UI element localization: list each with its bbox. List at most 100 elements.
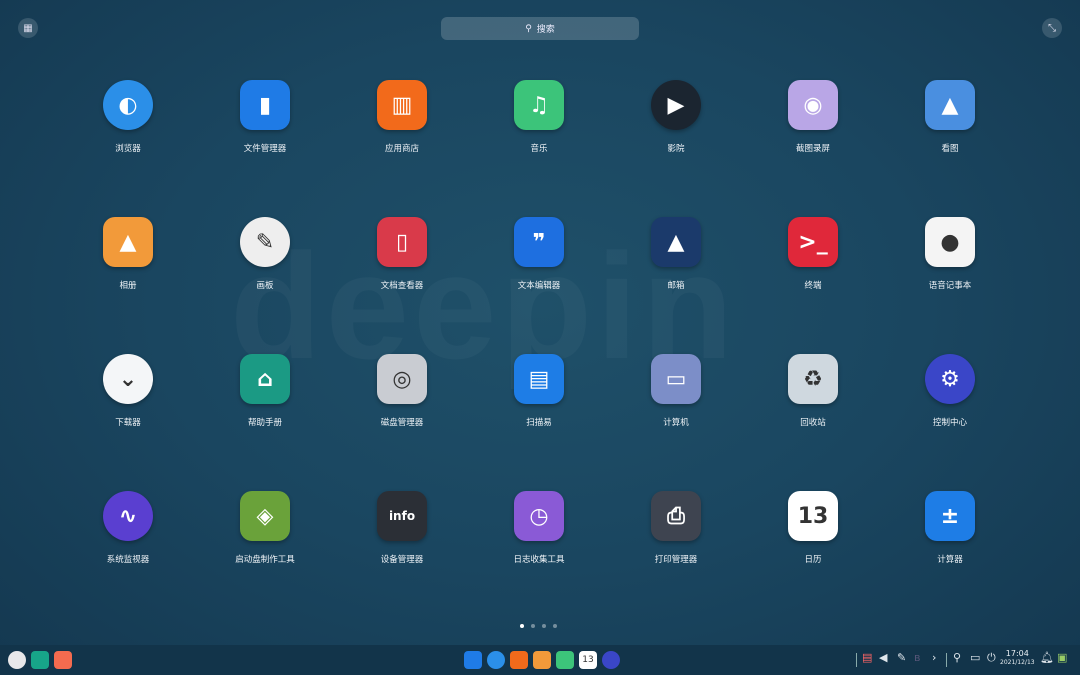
app-24[interactable]: info 设备管理器 — [342, 491, 462, 565]
app-8[interactable]: ▲ 相册 — [68, 217, 188, 291]
app-icon: ● — [925, 217, 975, 267]
multitask-view-button[interactable] — [31, 651, 49, 669]
app-label: 日历 — [804, 555, 822, 565]
app-10[interactable]: ▯ 文档查看器 — [342, 217, 462, 291]
page-dot[interactable] — [531, 624, 535, 628]
bell-icon[interactable]: 🔔︎ — [1040, 651, 1054, 664]
app-label: 下载器 — [115, 418, 141, 428]
app-icon: ± — [925, 491, 975, 541]
app-icon: ▮ — [240, 80, 290, 130]
app-icon: ▥ — [377, 80, 427, 130]
app-11[interactable]: ❞ 文本编辑器 — [479, 217, 599, 291]
app-icon: ◉ — [788, 80, 838, 130]
app-15[interactable]: ⌄ 下载器 — [68, 354, 188, 428]
app-icon: >_ — [788, 217, 838, 267]
app-icon: ⌄ — [103, 354, 153, 404]
app-icon: 13 — [788, 491, 838, 541]
dock-control-center[interactable] — [602, 651, 620, 669]
app-label: 语音记事本 — [928, 281, 972, 291]
app-label: 邮箱 — [667, 281, 685, 291]
app-icon: ▲ — [103, 217, 153, 267]
app-22[interactable]: ∿ 系统监视器 — [68, 491, 188, 565]
fullscreen-toggle-button[interactable]: ⤡ — [1042, 18, 1062, 38]
dock-music[interactable] — [556, 651, 574, 669]
app-label: 看图 — [941, 144, 959, 154]
app-18[interactable]: ▤ 扫描易 — [479, 354, 599, 428]
app-label: 终端 — [804, 281, 822, 291]
app-6[interactable]: ◉ 截图录屏 — [753, 80, 873, 154]
app-26[interactable]: ⎙ 打印管理器 — [616, 491, 736, 565]
volume-icon[interactable]: ◀ — [879, 651, 887, 664]
app-icon: ▶ — [651, 80, 701, 130]
power-icon[interactable]: ⏻ — [987, 651, 996, 665]
app-13[interactable]: >_ 终端 — [753, 217, 873, 291]
app-label: 文本编辑器 — [517, 281, 561, 291]
grid-icon: ▦ — [23, 22, 33, 34]
app-21[interactable]: ⚙ 控制中心 — [890, 354, 1010, 428]
app-20[interactable]: ♻ 回收站 — [753, 354, 873, 428]
app-label: 计算器 — [937, 555, 963, 565]
app-16[interactable]: ⌂ 帮助手册 — [205, 354, 325, 428]
dock-browser[interactable] — [487, 651, 505, 669]
launcher-button[interactable] — [8, 651, 26, 669]
app-icon: ⌂ — [240, 354, 290, 404]
clock-time: 17:04 — [1005, 649, 1029, 658]
app-7[interactable]: ▲ 看图 — [890, 80, 1010, 154]
dock-calendar[interactable]: 13 — [579, 651, 597, 669]
search-icon: ⚲ — [525, 23, 532, 34]
dock-album[interactable] — [533, 651, 551, 669]
app-icon: ▲ — [925, 80, 975, 130]
app-27[interactable]: 13 日历 — [753, 491, 873, 565]
notification-app-icon[interactable]: ▤ — [862, 651, 872, 664]
pen-icon[interactable]: ✎ — [897, 651, 906, 664]
workspace-button[interactable] — [54, 651, 72, 669]
app-icon: ▭ — [651, 354, 701, 404]
app-icon: ⎙ — [651, 491, 701, 541]
app-icon: ♻ — [788, 354, 838, 404]
app-3[interactable]: ▥ 应用商店 — [342, 80, 462, 154]
app-5[interactable]: ▶ 影院 — [616, 80, 736, 154]
app-icon: ∿ — [103, 491, 153, 541]
dock-app-store[interactable] — [510, 651, 528, 669]
page-dot[interactable] — [520, 624, 524, 628]
app-icon: ▤ — [514, 354, 564, 404]
app-12[interactable]: ▲ 邮箱 — [616, 217, 736, 291]
app-label: 磁盘管理器 — [380, 418, 424, 428]
app-label: 截图录屏 — [795, 144, 830, 154]
app-icon: ◐ — [103, 80, 153, 130]
search-input[interactable]: ⚲ 搜索 — [441, 17, 639, 40]
dock-file-manager[interactable] — [464, 651, 482, 669]
page-dot[interactable] — [542, 624, 546, 628]
app-2[interactable]: ▮ 文件管理器 — [205, 80, 325, 154]
app-1[interactable]: ◐ 浏览器 — [68, 80, 188, 154]
app-icon: ▲ — [651, 217, 701, 267]
app-icon: ◎ — [377, 354, 427, 404]
clock[interactable]: 17:04 2021/12/13 — [1000, 649, 1035, 667]
app-19[interactable]: ▭ 计算机 — [616, 354, 736, 428]
app-14[interactable]: ● 语音记事本 — [890, 217, 1010, 291]
keyboard-icon[interactable]: ▭ — [970, 651, 980, 664]
app-label: 系统监视器 — [106, 555, 150, 565]
app-4[interactable]: ♫ 音乐 — [479, 80, 599, 154]
app-28[interactable]: ± 计算器 — [890, 491, 1010, 565]
app-label: 日志收集工具 — [513, 555, 565, 565]
clock-date: 2021/12/13 — [1000, 659, 1035, 666]
app-25[interactable]: ◷ 日志收集工具 — [479, 491, 599, 565]
trash-icon[interactable]: ▣ — [1057, 651, 1067, 664]
app-23[interactable]: ◈ 启动盘制作工具 — [205, 491, 325, 565]
category-view-button[interactable]: ▦ — [18, 18, 38, 38]
page-dot[interactable] — [553, 624, 557, 628]
app-17[interactable]: ◎ 磁盘管理器 — [342, 354, 462, 428]
app-label: 打印管理器 — [654, 555, 698, 565]
divider — [856, 653, 857, 667]
app-9[interactable]: ✎ 画板 — [205, 217, 325, 291]
search-icon[interactable]: ⚲ — [953, 651, 961, 664]
app-label: 音乐 — [530, 144, 548, 154]
app-label: 帮助手册 — [247, 418, 282, 428]
app-label: 浏览器 — [115, 144, 141, 154]
chevron-right-icon[interactable]: › — [932, 651, 936, 664]
bluetooth-icon[interactable]: ʙ — [914, 651, 920, 664]
collapse-icon: ⤡ — [1048, 22, 1056, 34]
app-icon: ♫ — [514, 80, 564, 130]
app-label: 文件管理器 — [243, 144, 287, 154]
